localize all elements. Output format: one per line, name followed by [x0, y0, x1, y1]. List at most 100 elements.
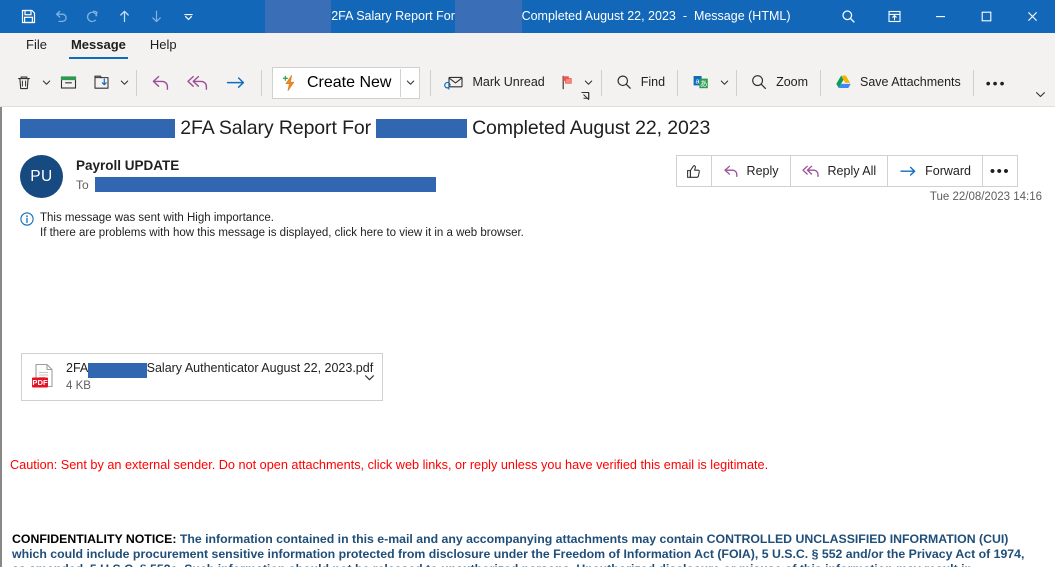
find-button[interactable]: Find	[608, 65, 671, 101]
arrow-up-icon[interactable]	[108, 3, 140, 31]
reply-arrow-icon	[152, 75, 169, 90]
info-text: This message was sent with High importan…	[40, 211, 524, 241]
reply-button[interactable]: Reply	[710, 155, 791, 187]
undo-icon	[44, 3, 76, 31]
attachment-name-part-1: 2FA	[66, 361, 89, 375]
reply-button[interactable]	[143, 65, 179, 101]
view-in-browser-notice[interactable]: If there are problems with how this mess…	[40, 226, 524, 241]
customize-quick-access-chevron-down-icon[interactable]	[172, 3, 204, 31]
message-subject: XXXXXXXXXXXX 2FA Salary Report For XXXXX…	[20, 117, 710, 140]
flag-chevron-down-icon[interactable]	[583, 78, 595, 87]
to-line: To XXXXXXXXXXXXXXXXXXXXXXXXXXXXXXXX	[76, 177, 437, 192]
message-timestamp: Tue 22/08/2023 14:16	[929, 191, 1042, 203]
create-new-chevron-down-icon[interactable]	[400, 68, 419, 97]
move-to-button[interactable]	[85, 65, 118, 101]
delete-button[interactable]	[8, 65, 40, 101]
ribbon-toolbar: Create New Mark Unread Find aあ Zoom Save…	[0, 59, 1055, 107]
save-attachments-button[interactable]: Save Attachments	[827, 65, 967, 101]
attachment-size: 4 KB	[66, 380, 91, 392]
attachment-chevron-down-icon[interactable]	[356, 372, 382, 383]
window-title-separator: -	[682, 9, 687, 23]
collapse-ribbon-chevron-down-icon[interactable]	[1031, 87, 1049, 101]
delete-chevron-down-icon[interactable]	[40, 78, 52, 87]
svg-text:PDF: PDF	[32, 378, 48, 387]
ribbon-separator	[261, 69, 262, 96]
svg-text:あ: あ	[700, 79, 708, 88]
forward-arrow-icon	[900, 166, 916, 176]
importance-notice: This message was sent with High importan…	[40, 212, 274, 224]
minimize-icon[interactable]	[917, 0, 963, 33]
translate-button[interactable]: aあ	[684, 65, 718, 101]
open-in-pane-icon[interactable]	[871, 0, 917, 33]
mark-unread-button[interactable]: Mark Unread	[437, 65, 550, 101]
ribbon-separator	[677, 69, 679, 96]
window-title-type: Message (HTML)	[693, 9, 791, 23]
tab-help[interactable]: Help	[138, 36, 189, 59]
ribbon-more-label: •••	[985, 74, 1007, 91]
google-drive-icon	[836, 75, 851, 88]
info-icon	[20, 211, 37, 241]
ribbon-separator	[820, 69, 822, 96]
forward-arrow-icon	[226, 76, 245, 88]
message-actions: Reply Reply All Forward •••	[675, 155, 1018, 187]
to-label: To	[76, 177, 89, 192]
tab-message[interactable]: Message	[59, 36, 138, 59]
reply-all-arrow-icon	[187, 75, 208, 90]
forward-button[interactable]	[217, 65, 255, 101]
find-label: Find	[640, 75, 666, 90]
create-new-button[interactable]: Create New	[272, 66, 421, 99]
zoom-magnifier-icon	[752, 75, 767, 90]
attachment-item[interactable]: PDF 2FAXXXXXXXSalary Authenticator Augus…	[21, 353, 383, 401]
ribbon-tabs: File Message Help	[0, 33, 1055, 59]
save-attachments-label: Save Attachments	[860, 75, 961, 90]
window-controls	[825, 0, 1055, 33]
move-to-folder-icon	[94, 75, 109, 89]
window-title-redaction: XXXXXXXX	[264, 0, 332, 33]
mark-unread-envelope-icon	[444, 76, 464, 90]
mark-unread-label: Mark Unread	[472, 75, 545, 90]
create-new-label: Create New	[307, 73, 392, 91]
attachment-meta: 2FAXXXXXXXSalary Authenticator August 22…	[66, 360, 373, 394]
translate-icon: aあ	[693, 76, 708, 88]
zoom-label: Zoom	[776, 75, 809, 90]
redo-icon	[76, 3, 108, 31]
confidentiality-notice-header: CONFIDENTIALITY NOTICE:	[12, 532, 177, 546]
subject-redaction-2: XXXXXXX	[376, 119, 467, 138]
sender-meta: Payroll UPDATE To XXXXXXXXXXXXXXXXXXXXXX…	[76, 155, 437, 198]
ribbon-more-button[interactable]: •••	[980, 65, 1013, 101]
ribbon-separator	[136, 69, 137, 96]
translate-chevron-down-icon[interactable]	[718, 78, 730, 87]
quick-access-toolbar	[0, 0, 204, 33]
tags-dialog-launcher-icon[interactable]	[578, 89, 592, 103]
reply-label: Reply	[746, 164, 779, 178]
reply-all-arrow-icon	[801, 165, 819, 177]
more-actions-button[interactable]: •••	[982, 155, 1018, 187]
close-icon[interactable]	[1009, 0, 1055, 33]
zoom-button[interactable]: Zoom	[743, 65, 814, 101]
like-button[interactable]	[675, 155, 712, 187]
archive-button[interactable]	[52, 65, 85, 101]
flag-icon	[562, 75, 572, 90]
pdf-file-icon: PDF	[22, 362, 66, 392]
maximize-icon[interactable]	[963, 0, 1009, 33]
title-bar: XXXXXXXX2FA Salary Report ForXXXXXXXXCom…	[0, 0, 1055, 33]
window-title-suffix: Completed August 22, 2023	[521, 9, 676, 23]
sender-name[interactable]: Payroll UPDATE	[76, 157, 436, 175]
attachment-name: 2FAXXXXXXXSalary Authenticator August 22…	[66, 360, 373, 378]
reading-pane: XXXXXXXXXXXX 2FA Salary Report For XXXXX…	[0, 107, 1055, 567]
reply-all-label: Reply All	[827, 164, 877, 178]
reply-all-button[interactable]	[179, 65, 217, 101]
to-recipient-redacted[interactable]: XXXXXXXXXXXXXXXXXXXXXXXXXXXXXXXX	[94, 177, 437, 192]
move-to-chevron-down-icon[interactable]	[118, 78, 130, 87]
tab-file[interactable]: File	[14, 36, 59, 59]
avatar[interactable]: PU	[20, 155, 63, 198]
search-icon[interactable]	[825, 0, 871, 33]
reply-all-button[interactable]: Reply All	[789, 155, 889, 187]
ribbon-separator	[600, 69, 602, 96]
confidentiality-notice: CONFIDENTIALITY NOTICE: The information …	[12, 532, 1030, 567]
save-icon[interactable]	[12, 3, 44, 31]
forward-label: Forward	[925, 164, 971, 178]
forward-button[interactable]: Forward	[887, 155, 983, 187]
create-new-main[interactable]: Create New	[273, 69, 400, 97]
thumbs-up-icon	[687, 164, 700, 178]
